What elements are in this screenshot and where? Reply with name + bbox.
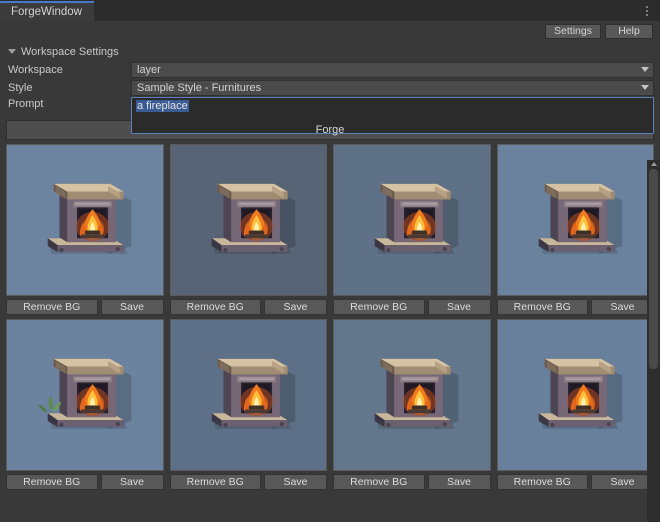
workspace-settings-label: Workspace Settings — [21, 45, 119, 58]
remove-bg-button[interactable]: Remove BG — [333, 299, 425, 315]
chevron-down-icon — [641, 85, 649, 90]
results-grid: Remove BG Save Remove BG Save Remove BG … — [0, 144, 660, 490]
scroll-up-arrow-icon[interactable] — [650, 162, 657, 166]
forge-window: ForgeWindow Settings Help Workspace Sett… — [0, 0, 660, 522]
result-actions: Remove BG Save — [496, 474, 654, 490]
result-cell: Remove BG Save — [496, 319, 654, 490]
prompt-input-value: a fireplace — [136, 100, 189, 112]
tab-forgewindow[interactable]: ForgeWindow — [0, 1, 94, 21]
result-thumbnail[interactable] — [496, 319, 654, 471]
save-button[interactable]: Save — [591, 299, 654, 315]
style-field-row: Style Sample Style - Furnitures — [6, 79, 654, 96]
result-cell: Remove BG Save — [496, 144, 654, 315]
results-row: Remove BG Save Remove BG Save Remove BG … — [6, 144, 654, 315]
results-scrollbar[interactable] — [647, 160, 660, 522]
remove-bg-button[interactable]: Remove BG — [6, 474, 98, 490]
result-thumbnail[interactable] — [169, 319, 327, 471]
result-thumbnail[interactable] — [496, 144, 654, 296]
window-tab-bar: ForgeWindow — [0, 0, 660, 21]
workspace-settings-pane: Workspace Settings Workspace layer Style… — [0, 41, 660, 134]
tab-bar-empty-space — [93, 0, 660, 21]
scrollbar-thumb[interactable] — [649, 169, 658, 369]
workspace-dropdown-value: layer — [137, 63, 161, 76]
result-thumbnail[interactable] — [169, 144, 327, 296]
remove-bg-button[interactable]: Remove BG — [169, 474, 261, 490]
save-button[interactable]: Save — [264, 474, 327, 490]
result-cell: Remove BG Save — [169, 319, 327, 490]
save-button[interactable]: Save — [264, 299, 327, 315]
style-dropdown-value: Sample Style - Furnitures — [137, 81, 262, 94]
result-cell: Remove BG Save — [333, 319, 491, 490]
save-button[interactable]: Save — [100, 474, 164, 490]
remove-bg-button[interactable]: Remove BG — [6, 299, 98, 315]
result-cell: Remove BG Save — [6, 144, 164, 315]
remove-bg-button[interactable]: Remove BG — [496, 299, 588, 315]
result-thumbnail[interactable] — [6, 319, 164, 471]
result-cell: Remove BG Save — [169, 144, 327, 315]
style-dropdown[interactable]: Sample Style - Furnitures — [131, 79, 654, 96]
results-row: Remove BG Save Remove BG Save Remove BG … — [6, 319, 654, 490]
workspace-settings-foldout[interactable]: Workspace Settings — [6, 44, 654, 59]
prompt-field-row: Prompt a fireplace — [6, 97, 654, 134]
result-thumbnail[interactable] — [6, 144, 164, 296]
result-actions: Remove BG Save — [6, 299, 164, 315]
save-button[interactable]: Save — [427, 474, 491, 490]
result-actions: Remove BG Save — [333, 474, 491, 490]
result-thumbnail[interactable] — [333, 144, 491, 296]
triangle-down-icon — [8, 49, 16, 54]
window-toolbar: Settings Help — [0, 21, 660, 41]
remove-bg-button[interactable]: Remove BG — [496, 474, 588, 490]
tab-label: ForgeWindow — [11, 6, 82, 18]
result-actions: Remove BG Save — [333, 299, 491, 315]
style-label: Style — [8, 81, 33, 94]
workspace-label: Workspace — [8, 63, 63, 76]
settings-button[interactable]: Settings — [545, 23, 601, 39]
result-actions: Remove BG Save — [496, 299, 654, 315]
save-button[interactable]: Save — [591, 474, 654, 490]
chevron-down-icon — [641, 67, 649, 72]
save-button[interactable]: Save — [427, 299, 491, 315]
result-thumbnail[interactable] — [333, 319, 491, 471]
prompt-input[interactable]: a fireplace — [131, 97, 654, 134]
result-cell: Remove BG Save — [6, 319, 164, 490]
remove-bg-button[interactable]: Remove BG — [169, 299, 261, 315]
remove-bg-button[interactable]: Remove BG — [333, 474, 425, 490]
result-actions: Remove BG Save — [169, 299, 327, 315]
result-cell: Remove BG Save — [333, 144, 491, 315]
prompt-label: Prompt — [8, 98, 44, 110]
result-actions: Remove BG Save — [6, 474, 164, 490]
kebab-menu-icon[interactable] — [641, 3, 653, 18]
workspace-dropdown[interactable]: layer — [131, 61, 654, 78]
workspace-field-row: Workspace layer — [6, 61, 654, 78]
save-button[interactable]: Save — [100, 299, 164, 315]
result-actions: Remove BG Save — [169, 474, 327, 490]
help-button[interactable]: Help — [605, 23, 653, 39]
